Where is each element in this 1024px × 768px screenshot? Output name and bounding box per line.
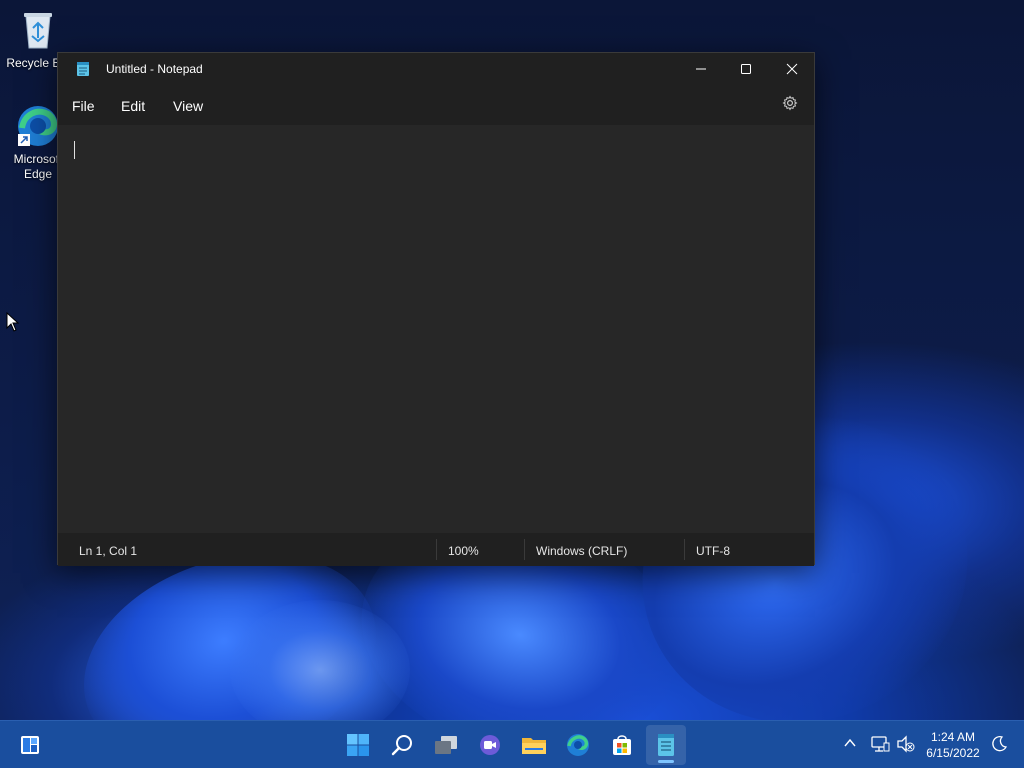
status-divider: [436, 539, 437, 560]
menu-edit[interactable]: Edit: [121, 98, 145, 114]
settings-button[interactable]: [782, 95, 802, 115]
window-title: Untitled - Notepad: [106, 62, 203, 76]
mouse-cursor-icon: [6, 311, 20, 337]
maximize-icon: [741, 64, 751, 74]
clock-time: 1:24 AM: [930, 730, 976, 744]
edge-icon: [16, 104, 60, 148]
taskbar: 1:24 AM 6/15/2022: [0, 720, 1024, 768]
menu-view[interactable]: View: [173, 98, 203, 114]
close-button[interactable]: [769, 53, 815, 85]
taskbar-notepad-button[interactable]: [646, 725, 686, 765]
menu-file[interactable]: File: [72, 98, 95, 114]
tray-volume-button[interactable]: [896, 735, 916, 758]
taskbar-edge-button[interactable]: [558, 725, 598, 765]
taskbar-store-button[interactable]: [602, 725, 642, 765]
close-icon: [786, 63, 798, 75]
chat-icon: [480, 735, 500, 755]
text-caret: [74, 141, 75, 159]
taskbar-clock[interactable]: 1:24 AM 6/15/2022: [920, 729, 986, 761]
status-line-ending: Windows (CRLF): [536, 544, 628, 558]
gear-icon: [782, 95, 798, 111]
search-icon: [391, 735, 412, 756]
minimize-button[interactable]: [678, 53, 724, 85]
taskbar-file-explorer-button[interactable]: [514, 725, 554, 765]
minimize-icon: [696, 68, 706, 70]
title-bar[interactable]: Untitled - Notepad: [58, 53, 814, 85]
taskbar-chat-button[interactable]: [470, 725, 510, 765]
tray-overflow-button[interactable]: [842, 735, 858, 756]
folder-icon: [522, 738, 546, 754]
clock-date: 6/15/2022: [926, 746, 980, 760]
desktop: Recycle Bin Microsoft Edge Untitled - No…: [0, 0, 1024, 720]
status-divider: [684, 539, 685, 560]
windows-start-icon: [347, 734, 369, 756]
taskbar-task-view-button[interactable]: [426, 725, 466, 765]
store-icon: [613, 735, 631, 755]
notepad-icon: [658, 734, 674, 756]
status-bar: Ln 1, Col 1 100% Windows (CRLF) UTF-8: [58, 533, 814, 566]
moon-icon: [992, 736, 1008, 752]
recycle-bin-icon: [16, 8, 60, 52]
volume-muted-icon: [897, 735, 915, 753]
notepad-icon: [76, 61, 90, 82]
status-cursor-position: Ln 1, Col 1: [79, 544, 138, 558]
edge-icon: [567, 734, 589, 756]
network-icon: [871, 736, 890, 752]
tray-network-button[interactable]: [870, 735, 890, 758]
status-divider: [524, 539, 525, 560]
widgets-icon: [21, 736, 39, 754]
taskbar-start-button[interactable]: [338, 725, 378, 765]
running-indicator: [658, 760, 674, 763]
chevron-up-icon: [844, 738, 856, 747]
taskbar-widgets-button[interactable]: [10, 725, 50, 765]
notepad-window[interactable]: Untitled - Notepad File Edit View Ln 1, …: [57, 52, 815, 566]
taskbar-search-button[interactable]: [382, 725, 422, 765]
status-zoom: 100%: [448, 544, 479, 558]
task-view-icon: [435, 736, 457, 754]
tray-focus-assist-button[interactable]: [990, 735, 1008, 758]
menu-bar: File Edit View: [58, 85, 814, 125]
text-editor[interactable]: [58, 125, 814, 533]
maximize-button[interactable]: [723, 53, 769, 85]
status-encoding: UTF-8: [696, 544, 730, 558]
